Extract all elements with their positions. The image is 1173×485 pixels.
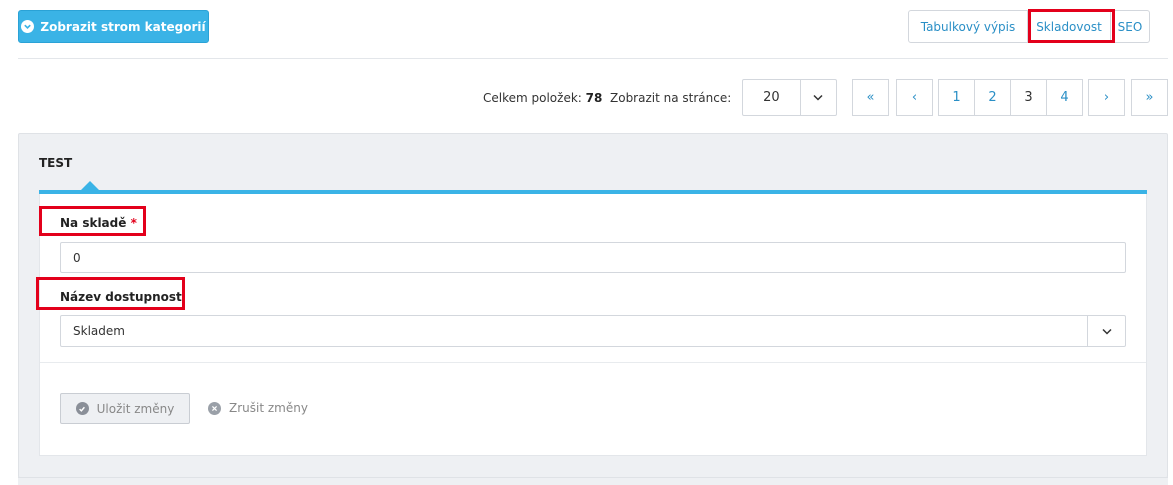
stock-field-label: Na skladě *	[60, 216, 137, 230]
pager-page-4[interactable]: 4	[1046, 79, 1083, 116]
close-icon	[208, 401, 221, 415]
cancel-changes-link[interactable]: Zrušit změny	[208, 401, 308, 415]
next-panel-edge	[18, 477, 1168, 485]
save-changes-button[interactable]: Uložit změny	[60, 393, 190, 424]
view-tabs: Tabulkový výpis Skladovost SEO	[908, 10, 1150, 43]
pager-page-1[interactable]: 1	[938, 79, 975, 116]
chevron-down-icon[interactable]	[1087, 316, 1125, 346]
total-items-value: 78	[585, 91, 603, 105]
per-page-select[interactable]: 20	[742, 79, 837, 116]
check-icon	[75, 402, 89, 415]
cancel-changes-label: Zrušit změny	[229, 401, 308, 415]
pager-page-3[interactable]: 3	[1010, 79, 1047, 116]
total-items-label: Celkem položek:	[483, 91, 582, 105]
tab-table-view[interactable]: Tabulkový výpis	[908, 10, 1028, 43]
tree-button-label: Zobrazit strom kategorií	[40, 19, 206, 34]
chevron-down-icon[interactable]	[799, 80, 836, 115]
form-divider	[40, 362, 1146, 363]
availability-select[interactable]: Skladem	[60, 315, 1126, 347]
pager-page-2[interactable]: 2	[974, 79, 1011, 116]
availability-field-label: Název dostupnosti	[60, 290, 186, 304]
pager-first-button[interactable]: «	[852, 79, 889, 116]
show-category-tree-button[interactable]: Zobrazit strom kategorií	[18, 10, 209, 43]
stock-label-text: Na skladě	[60, 216, 127, 230]
pager-next-button[interactable]: ›	[1088, 79, 1125, 116]
total-items: Celkem položek: 78	[483, 91, 602, 105]
required-mark: *	[130, 216, 137, 230]
save-changes-label: Uložit změny	[96, 401, 175, 416]
tab-stock[interactable]: Skladovost	[1027, 10, 1111, 43]
pager-prev-button[interactable]: ‹	[896, 79, 933, 116]
tab-seo[interactable]: SEO	[1110, 10, 1150, 43]
per-page-value: 20	[763, 90, 780, 105]
availability-value: Skladem	[73, 324, 125, 338]
stock-input[interactable]: 0	[60, 242, 1126, 273]
pager-last-button[interactable]: »	[1131, 79, 1168, 116]
panel-title: TEST	[39, 156, 73, 170]
per-page-label: Zobrazit na stránce:	[610, 91, 732, 105]
chevron-down-icon	[21, 20, 35, 33]
toolbar-divider	[18, 58, 1168, 59]
